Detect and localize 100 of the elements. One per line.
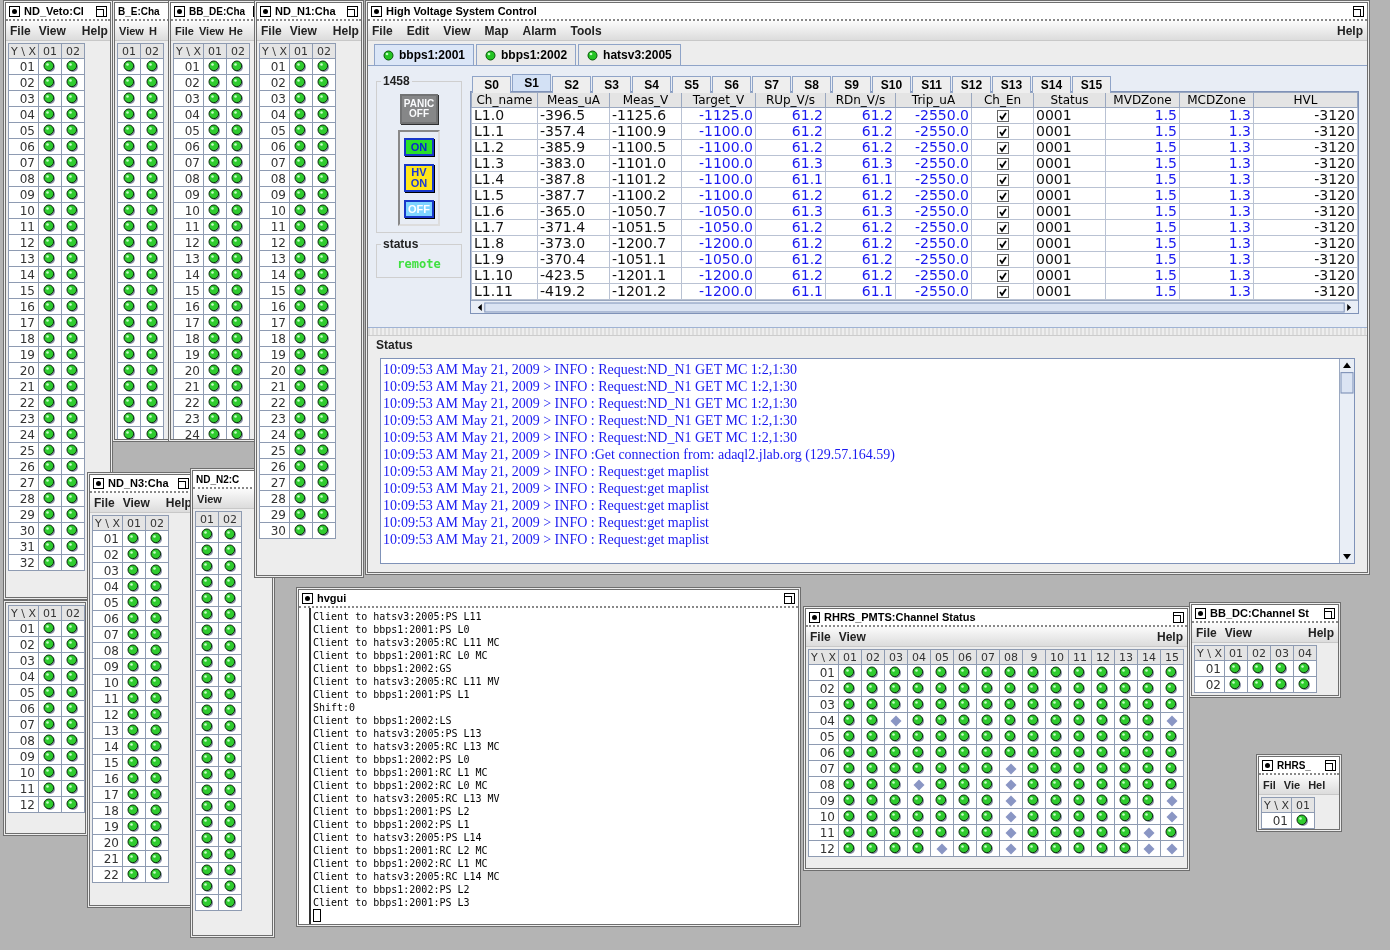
slot-tab[interactable]: S11 — [912, 76, 951, 93]
menu-item[interactable]: Hel — [1308, 778, 1326, 791]
checkbox[interactable] — [996, 126, 1009, 138]
column-header[interactable]: MVDZone — [1105, 92, 1180, 108]
window-menu-icon[interactable] — [260, 5, 271, 17]
menu-item[interactable]: He — [228, 24, 243, 37]
slot-tab[interactable]: S5 — [672, 76, 711, 93]
checkbox[interactable] — [996, 174, 1009, 186]
maximize-icon[interactable] — [1324, 607, 1335, 619]
menu-item[interactable]: Map — [484, 23, 509, 38]
menu-item[interactable]: File — [810, 629, 831, 644]
menu-item[interactable]: View — [289, 23, 317, 38]
slot-tab[interactable]: S13 — [992, 76, 1031, 93]
window-menu-icon[interactable] — [1262, 759, 1273, 771]
menu-item[interactable]: File — [372, 23, 393, 38]
menu-item[interactable]: View — [197, 492, 222, 505]
checkbox[interactable] — [996, 238, 1009, 250]
console-line: Client to hatsv3:2005:RC L13 MV — [313, 792, 501, 805]
table-cell: 61.2 — [825, 235, 896, 252]
window-menu-icon[interactable] — [371, 5, 382, 17]
maximize-icon[interactable] — [1325, 759, 1336, 771]
table-cell: -1200.0 — [681, 235, 756, 252]
slot-tab[interactable]: S10 — [872, 76, 911, 93]
menu-item[interactable]: View — [198, 24, 224, 37]
checkbox[interactable] — [996, 270, 1009, 282]
power-button[interactable]: ON — [404, 138, 434, 156]
window-menu-icon[interactable] — [93, 477, 104, 489]
slot-tab[interactable]: S12 — [952, 76, 991, 93]
menu-item[interactable]: Tools — [570, 23, 602, 38]
menu-item[interactable]: View — [38, 23, 66, 38]
window-menu-icon[interactable] — [9, 5, 20, 17]
maximize-icon[interactable] — [96, 5, 107, 17]
host-tab[interactable]: bbps1:2001 — [374, 44, 475, 65]
checkbox[interactable] — [996, 158, 1009, 170]
menu-item[interactable]: Fil — [1263, 778, 1276, 791]
checkbox[interactable] — [996, 286, 1009, 298]
table-cell: 0001 — [1033, 219, 1106, 236]
slot-tab[interactable]: S4 — [632, 76, 671, 93]
menu-item[interactable]: File — [94, 495, 115, 510]
checkbox[interactable] — [996, 190, 1009, 202]
host-tab[interactable]: hatsv3:2005 — [578, 44, 681, 65]
checkbox[interactable] — [996, 222, 1009, 234]
menu-item[interactable]: View — [838, 629, 866, 644]
slot-tab[interactable]: S8 — [792, 76, 831, 93]
menu-item[interactable]: Help — [1337, 23, 1363, 38]
menu-item[interactable]: Vie — [1283, 778, 1301, 791]
maximize-icon[interactable] — [784, 592, 795, 604]
table-cell: -1200.7 — [609, 235, 682, 252]
table-cell: 1.3 — [1179, 171, 1254, 188]
slot-tab[interactable]: S3 — [592, 76, 631, 93]
column-header: 08 — [999, 649, 1023, 665]
text-cursor — [313, 909, 321, 922]
grid-corner: Y \ X — [8, 43, 39, 59]
menu-item[interactable]: Help — [1308, 625, 1334, 640]
menu-item[interactable]: Edit — [406, 23, 430, 38]
column-header[interactable]: HVL — [1253, 92, 1358, 108]
slot-tab[interactable]: S2 — [552, 76, 591, 93]
slot-tab[interactable]: S15 — [1072, 76, 1111, 93]
menu-item[interactable]: Help — [332, 23, 359, 38]
slot-tab[interactable]: S6 — [712, 76, 751, 93]
console-line: Client to bbps1:2002:RC L1 MC — [313, 857, 489, 870]
window-menu-icon[interactable] — [809, 611, 820, 623]
menu-item[interactable]: File — [175, 24, 194, 37]
checkbox[interactable] — [996, 206, 1009, 218]
maximize-icon[interactable] — [347, 5, 358, 17]
column-header[interactable]: Ch_name — [471, 92, 538, 108]
slot-tab[interactable]: S7 — [752, 76, 791, 93]
maximize-icon[interactable] — [1353, 5, 1364, 17]
host-tab[interactable]: bbps1:2002 — [476, 44, 577, 65]
menu-item[interactable]: View — [443, 23, 471, 38]
window-menu-icon[interactable] — [1195, 607, 1206, 619]
menu-item[interactable]: View — [119, 24, 144, 37]
power-button[interactable]: HV ON — [404, 164, 434, 192]
menu-item[interactable]: H — [148, 24, 157, 37]
slot-tab[interactable]: S1 — [512, 74, 551, 91]
tab-label: bbps1:2002 — [501, 48, 568, 62]
menu-item[interactable]: File — [10, 23, 31, 38]
slot-tab[interactable]: S0 — [472, 76, 511, 93]
column-header[interactable]: MCDZone — [1179, 92, 1254, 108]
menu-item[interactable]: Alarm — [522, 23, 557, 38]
window-title: High Voltage System Control — [386, 5, 537, 17]
menu-item[interactable]: Help — [165, 495, 192, 510]
console-line: Client to bbps1:2001:RC L2 MC — [313, 844, 489, 857]
checkbox[interactable] — [996, 142, 1009, 154]
maximize-icon[interactable] — [1173, 611, 1184, 623]
menu-item[interactable]: Help — [1157, 629, 1183, 644]
window-menu-icon[interactable] — [302, 592, 313, 604]
table-cell: -1100.0 — [681, 171, 756, 188]
console-line: Client to hatsv3:2005:RC L14 MC — [313, 870, 501, 883]
slot-tab[interactable]: S9 — [832, 76, 871, 93]
window-menu-icon[interactable] — [174, 5, 185, 17]
maximize-icon[interactable] — [178, 477, 189, 489]
checkbox[interactable] — [996, 110, 1009, 122]
slot-tab[interactable]: S14 — [1032, 76, 1071, 93]
menu-item[interactable]: View — [122, 495, 150, 510]
menu-item[interactable]: View — [1224, 625, 1252, 640]
menu-item[interactable]: File — [1196, 625, 1217, 640]
menu-item[interactable]: File — [261, 23, 282, 38]
menu-item[interactable]: Help — [81, 23, 108, 38]
checkbox[interactable] — [996, 254, 1009, 266]
